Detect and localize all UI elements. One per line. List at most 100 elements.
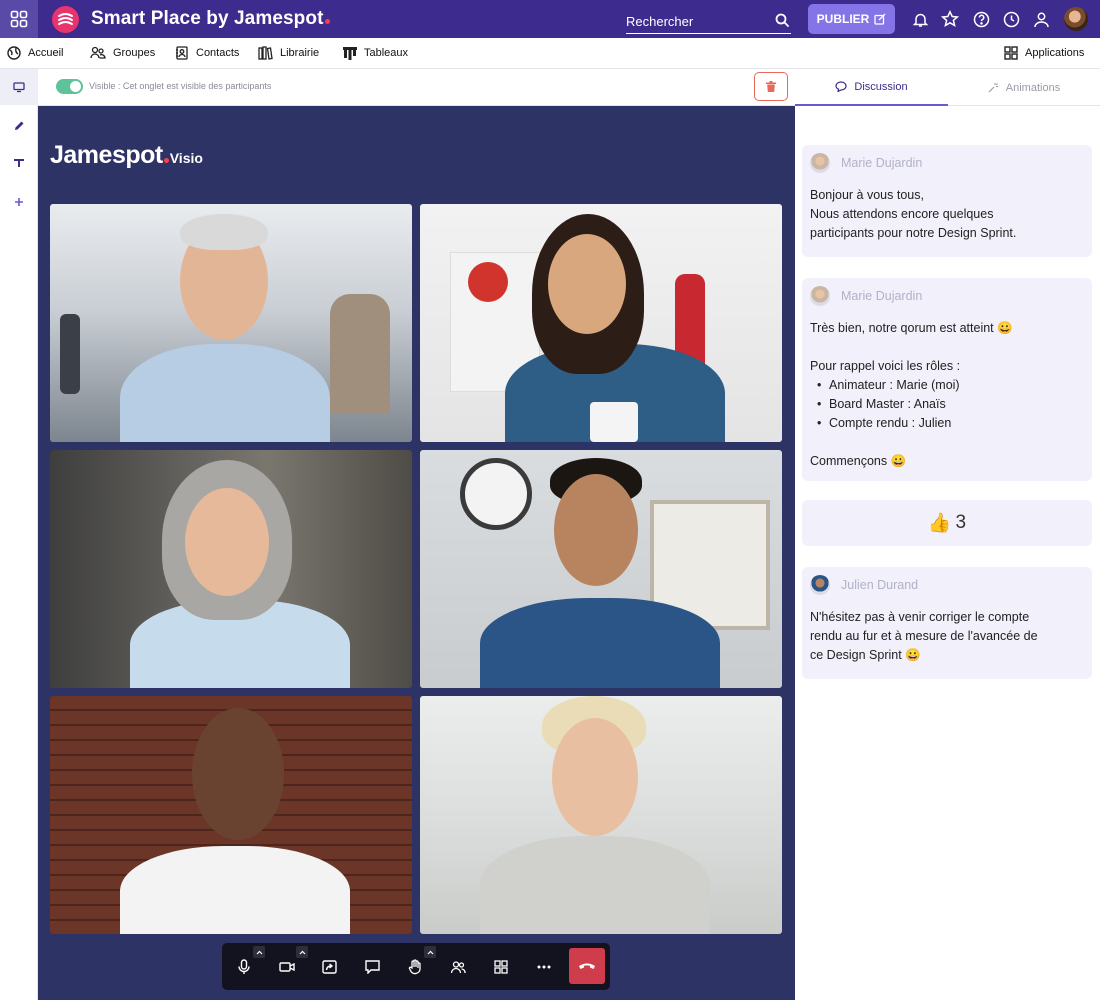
camera-options-button[interactable]: [296, 946, 308, 958]
background-poster: [468, 262, 508, 302]
participant-video-tile[interactable]: [420, 450, 782, 688]
panel-tabs: Discussion Animations: [795, 69, 1100, 106]
tab-label: Discussion: [854, 80, 908, 93]
message-body: Bonjour à vous tous, Nous attendons enco…: [810, 186, 1016, 243]
bell-icon: [912, 13, 928, 27]
message-line: Commençons 😀: [810, 454, 907, 468]
raise-hand-button[interactable]: [404, 956, 426, 978]
reaction-card: 👍 3: [802, 500, 1092, 546]
chat-message: Marie Dujardin Bonjour à vous tous, Nous…: [802, 145, 1092, 257]
author-avatar[interactable]: [810, 575, 830, 595]
library-icon: [258, 46, 273, 60]
participant-figure: [185, 488, 269, 596]
left-rail: [0, 69, 38, 1000]
rail-board-button[interactable]: [0, 145, 38, 181]
contacts-icon: [176, 46, 188, 60]
nav-bar: Accueil Groupes Contacts Librairie Table…: [0, 38, 1100, 69]
nav-item-label: Contacts: [196, 47, 240, 59]
chevron-up-icon: [256, 950, 262, 954]
chat-button[interactable]: [361, 956, 383, 978]
chat-message: Julien Durand N'hésitez pas à venir corr…: [802, 567, 1092, 679]
participant-figure: [554, 474, 638, 586]
list-item: Compte rendu : Julien: [810, 414, 1013, 433]
applications-label: Applications: [1025, 47, 1085, 59]
groups-icon: [90, 46, 106, 59]
nav-item-librairie[interactable]: Librairie: [258, 46, 319, 60]
profile-button[interactable]: [1031, 9, 1051, 29]
history-button[interactable]: [1001, 9, 1021, 29]
grid-icon: [10, 10, 28, 28]
share-screen-button[interactable]: [318, 956, 340, 978]
brand-logo-icon[interactable]: [52, 6, 79, 33]
camera-button[interactable]: [276, 956, 298, 978]
nav-item-label: Accueil: [28, 47, 64, 59]
user-icon: [1033, 12, 1049, 27]
search-icon: [775, 13, 789, 27]
boards-icon: [343, 47, 357, 60]
message-author[interactable]: Marie Dujardin: [841, 156, 922, 170]
participant-video-tile[interactable]: [50, 204, 412, 442]
tab-discussion[interactable]: Discussion: [795, 69, 948, 106]
tab-label: Animations: [1005, 81, 1061, 94]
participant-video-tile[interactable]: [420, 696, 782, 934]
nav-item-accueil[interactable]: Accueil: [7, 46, 63, 60]
nav-item-contacts[interactable]: Contacts: [175, 46, 239, 60]
background-person: [330, 294, 390, 414]
more-options-button[interactable]: [533, 956, 555, 978]
reaction-button[interactable]: 👍 3: [802, 500, 1092, 546]
participant-video-tile[interactable]: [420, 204, 782, 442]
message-author[interactable]: Marie Dujardin: [841, 289, 922, 303]
edit-icon: [874, 13, 886, 25]
participant-figure: [480, 836, 710, 934]
rail-edit-button[interactable]: [0, 107, 38, 143]
tile-view-button[interactable]: [490, 956, 512, 978]
participant-video-tile[interactable]: [50, 696, 412, 934]
search-input[interactable]: [626, 11, 766, 31]
app-launcher-button[interactable]: [0, 0, 38, 38]
wall-clock: [460, 458, 532, 530]
video-stage: Jamespot Visio: [38, 106, 795, 1000]
animation-icon: [988, 83, 998, 93]
pencil-icon: [14, 121, 23, 130]
hangup-button[interactable]: [569, 948, 605, 984]
rail-add-button[interactable]: [0, 184, 38, 220]
chat-message: Marie Dujardin Très bien, notre qorum es…: [802, 278, 1092, 481]
user-avatar[interactable]: [1064, 7, 1088, 31]
participant-video-tile[interactable]: [50, 450, 412, 688]
brand-title[interactable]: Smart Place by Jamespot: [91, 8, 330, 30]
author-avatar[interactable]: [810, 286, 830, 306]
monitor-icon: [13, 82, 25, 93]
message-line: Nous attendons encore quelques: [810, 207, 994, 221]
nav-item-label: Tableaux: [364, 47, 409, 59]
mug: [590, 402, 638, 442]
message-body: N'hésitez pas à venir corriger le compte…: [810, 608, 1038, 665]
participants-button[interactable]: [447, 956, 469, 978]
tab-animations[interactable]: Animations: [948, 69, 1100, 106]
raise-hand-options-button[interactable]: [424, 946, 436, 958]
help-icon: [973, 11, 989, 27]
visibility-toggle[interactable]: [56, 79, 83, 94]
nav-item-tableaux[interactable]: Tableaux: [343, 46, 408, 60]
author-avatar[interactable]: [810, 153, 830, 173]
help-button[interactable]: [971, 9, 991, 29]
board-icon: [14, 159, 24, 167]
participant-figure: [180, 214, 268, 250]
search-button[interactable]: [773, 11, 791, 29]
delete-tab-button[interactable]: [754, 72, 788, 101]
side-panel: Discussion Animations Marie Dujardin Bon…: [795, 69, 1100, 1000]
message-author[interactable]: Julien Durand: [841, 578, 918, 592]
notifications-button[interactable]: [910, 9, 930, 29]
rail-visio-button[interactable]: [0, 69, 38, 105]
brand-dot-icon: [324, 19, 330, 24]
visio-dot-icon: [163, 158, 169, 163]
publish-label: PUBLIER: [816, 12, 870, 26]
background-person: [60, 314, 80, 394]
favorites-button[interactable]: [940, 9, 960, 29]
microphone-button[interactable]: [233, 956, 255, 978]
clock-icon: [1003, 11, 1019, 27]
applications-button[interactable]: Applications: [1004, 46, 1084, 60]
reaction-count: 3: [955, 512, 967, 533]
microphone-options-button[interactable]: [253, 946, 265, 958]
publish-button[interactable]: PUBLIER: [808, 4, 895, 34]
nav-item-groupes[interactable]: Groupes: [90, 46, 155, 60]
